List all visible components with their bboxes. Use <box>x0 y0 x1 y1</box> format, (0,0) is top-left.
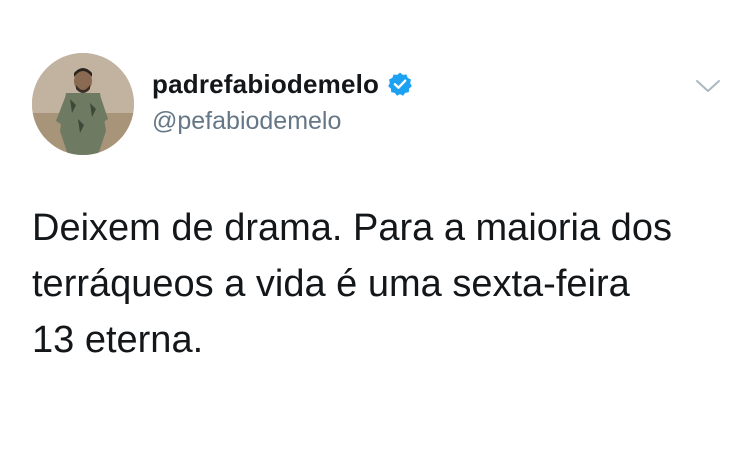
display-name[interactable]: padrefabiodemelo <box>152 69 379 100</box>
tweet-text: Deixem de drama. Para a maioria dos terr… <box>32 207 672 361</box>
chevron-down-icon[interactable] <box>693 76 723 96</box>
verified-badge-icon <box>387 71 413 97</box>
avatar[interactable] <box>32 53 134 155</box>
user-name-row: padrefabiodemelo <box>152 66 413 102</box>
user-handle[interactable]: @pefabiodemelo <box>152 107 341 136</box>
tweet-card: padrefabiodemelo @pefabiodemelo Deixem d… <box>0 0 750 458</box>
avatar-image <box>32 53 134 155</box>
